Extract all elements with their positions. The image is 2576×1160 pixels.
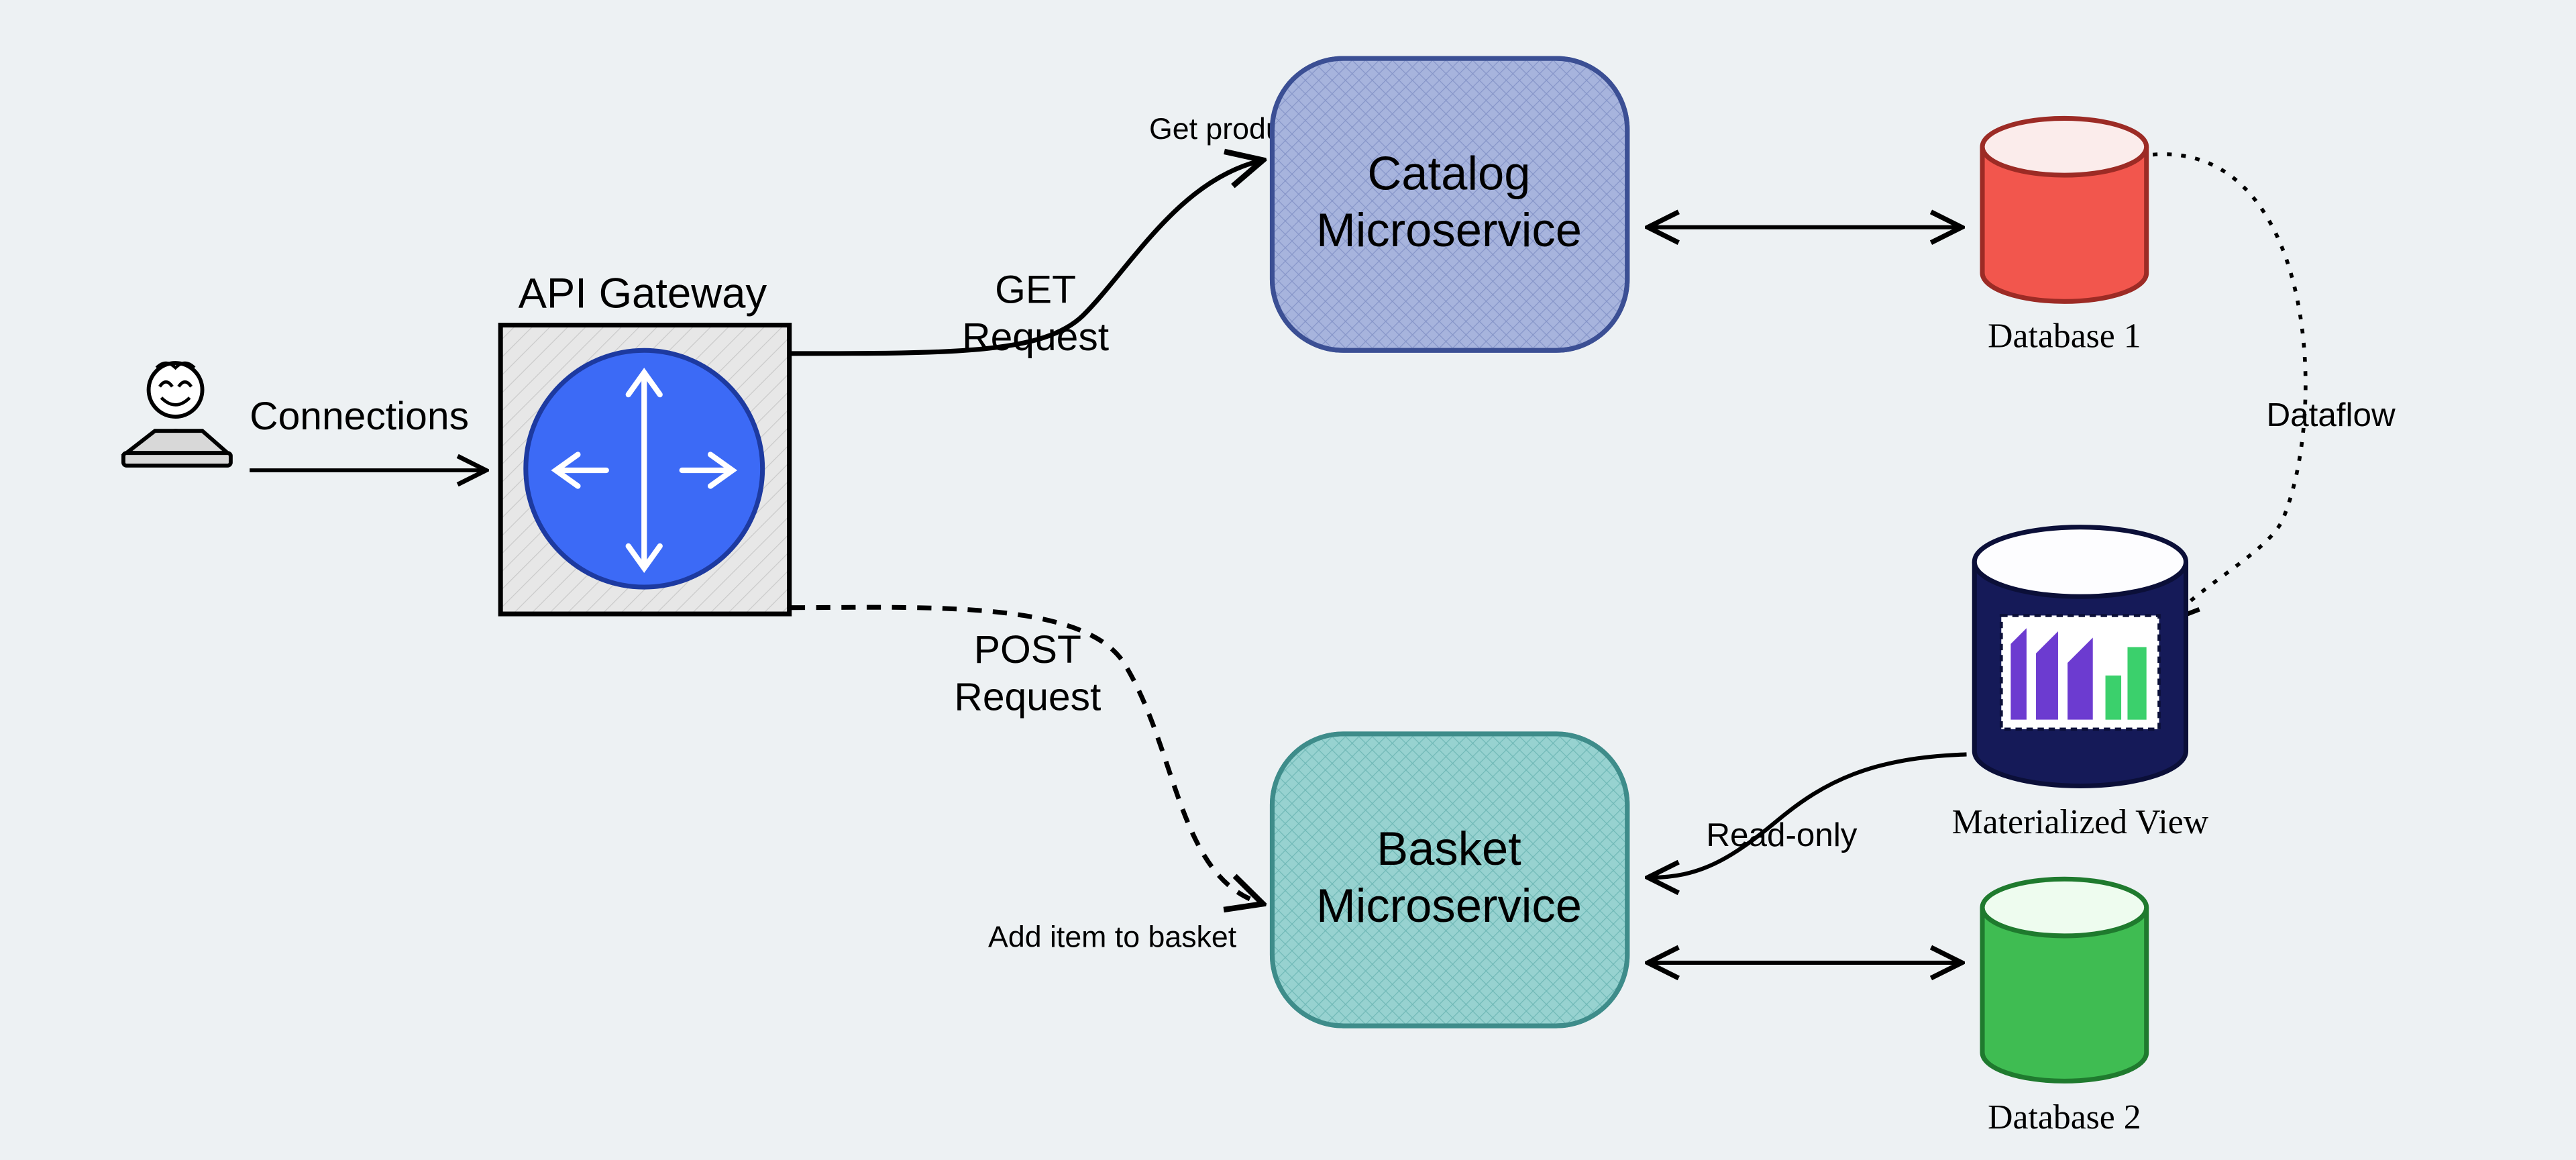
node-database-1: Database 1: [1982, 118, 2147, 355]
materialized-view-icon: [1974, 527, 2186, 786]
database-2-icon: [1982, 879, 2147, 1081]
dataflow-label: Dataflow: [2266, 397, 2395, 433]
readonly-label: Read-only: [1706, 816, 1857, 853]
materialized-view-label: Materialized View: [1952, 803, 2209, 841]
node-database-2: Database 2: [1982, 879, 2147, 1137]
add-item-label: Add item to basket: [988, 920, 1237, 953]
basket-label-2: Microservice: [1316, 879, 1582, 932]
gateway-title: API Gateway: [519, 270, 767, 317]
node-basket-microservice: Basket Microservice: [1272, 734, 1627, 1026]
catalog-label-2: Microservice: [1316, 203, 1582, 256]
database-1-icon: [1982, 118, 2147, 301]
get-request-label-2: Request: [962, 315, 1109, 359]
database-2-label: Database 2: [1988, 1098, 2141, 1137]
post-request-label-2: Request: [954, 676, 1101, 719]
edge-connections-label: Connections: [250, 394, 469, 438]
database-1-label: Database 1: [1988, 317, 2141, 356]
basket-label-1: Basket: [1377, 822, 1521, 875]
get-request-label-1: GET: [995, 268, 1076, 312]
post-request-label-1: POST: [974, 628, 1081, 672]
catalog-label-1: Catalog: [1367, 146, 1530, 199]
node-catalog-microservice: Catalog Microservice: [1272, 58, 1627, 350]
